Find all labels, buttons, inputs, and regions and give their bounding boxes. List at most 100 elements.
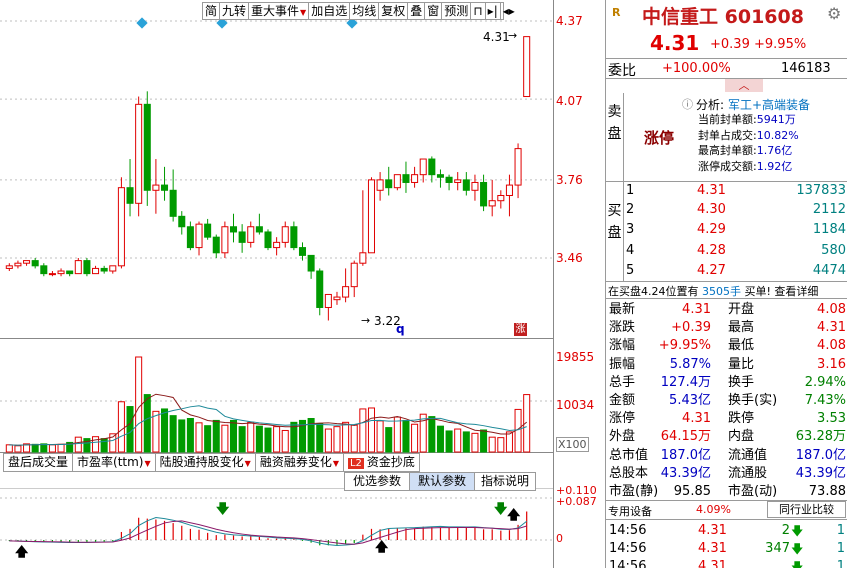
stat-value: 1.76亿 [756, 144, 793, 157]
volume-tick: 10034 [556, 398, 595, 412]
lock-icon[interactable]: ⊓ [471, 3, 486, 19]
stat-row: 当前封单额:5941万 [698, 112, 799, 128]
adjust-price-button[interactable]: 复权 [379, 3, 409, 19]
volume-bar [480, 429, 488, 453]
field-value: 5.43亿 [669, 393, 711, 408]
indicator-tab-bar: 盘后成交量 市盈率(ttm)▼ 陆股通持股变化▼ 融资融券变化▼ L2 资金抄底 [3, 453, 420, 472]
candle-body [497, 194, 505, 202]
bid-row[interactable]: 5 4.27 4474 [623, 262, 847, 279]
field-label: 涨幅 [609, 338, 636, 354]
bid-level: 1 [626, 183, 635, 198]
field-value: 4.08 [817, 302, 846, 317]
big-order-notice[interactable]: 在买盘4.24位置有 3505手 买单! 查看详细 [608, 283, 818, 299]
candlestick-series [5, 36, 531, 321]
volume-tick: 19855 [556, 350, 595, 364]
weibi-label: 委比 [608, 63, 636, 79]
field-value: 4.08 [817, 338, 846, 354]
candle-body [66, 270, 74, 275]
notice-text: 在买盘4.24位置有 [608, 285, 699, 298]
tab-indicator-help[interactable]: 指标说明 [475, 473, 535, 490]
tab-default-params[interactable]: 默认参数 [410, 473, 476, 490]
candle-body [255, 226, 263, 233]
quote-field-row: 总市值 187.0亿 流通值 187.0亿 [606, 447, 847, 465]
candle-body [290, 226, 298, 249]
volume-bar [14, 445, 22, 453]
overlay-button[interactable]: 叠 [408, 3, 426, 19]
industry-compare-button[interactable]: 同行业比较 [767, 501, 846, 518]
info-icon[interactable]: ⓘ [682, 96, 693, 112]
candle-body [480, 181, 488, 207]
moving-average-button[interactable]: 均线 [350, 3, 380, 19]
tick-price: 4.31 [698, 541, 727, 556]
candle-body [169, 189, 177, 217]
jiuzhuan-button[interactable]: 九转 [220, 3, 250, 19]
play-end-icon[interactable]: ▸| [486, 3, 501, 19]
dropdown-arrow-icon: ▼ [332, 459, 339, 468]
field-value: 95.85 [673, 484, 711, 499]
industry-name[interactable]: 专用设备 [608, 503, 652, 519]
field-label: 最低 [728, 338, 755, 354]
volume-bar [367, 407, 375, 453]
tab-fund-bottom[interactable]: L2 资金抄底 [344, 454, 419, 471]
tab-fund-bottom-label: 资金抄底 [366, 455, 415, 469]
candle-body [229, 226, 238, 233]
field-label: 跌停 [728, 411, 755, 427]
field-label: 量比 [728, 356, 755, 372]
candle-body [454, 179, 462, 183]
sell-signal-icon: 🡇 [216, 502, 230, 517]
field-value: 187.0亿 [660, 447, 711, 463]
volume-bar [238, 426, 246, 453]
volume-bar [100, 438, 108, 453]
tab-after-hours-volume[interactable]: 盘后成交量 [4, 454, 74, 471]
major-events-button[interactable]: 重大事件▼ [249, 3, 310, 19]
candle-body [152, 184, 160, 191]
stat-key: 封单占成交: [698, 128, 757, 142]
volume-bar [195, 422, 203, 453]
volume-bar [350, 424, 358, 453]
panel-toggle-icon[interactable]: ◂▸ [501, 3, 517, 19]
tab-northbound-holdings[interactable]: 陆股通持股变化▼ [156, 454, 256, 471]
candle-body [462, 179, 470, 191]
bid-row[interactable]: 3 4.29 1184 [623, 221, 847, 238]
expand-chevron-icon[interactable]: ︿ [725, 79, 763, 92]
analysis-value[interactable]: 军工+高端装备 [728, 96, 810, 113]
tab-margin-trading[interactable]: 融资融券变化▼ [256, 454, 344, 471]
tick-time: 14:56 [609, 523, 647, 538]
forecast-button[interactable]: 预测 [442, 3, 472, 19]
window-button[interactable]: 窗 [425, 3, 443, 19]
bid-row[interactable]: 2 4.30 2112 [623, 201, 847, 218]
add-watchlist-button[interactable]: 加自选 [309, 3, 351, 19]
volume-bar [376, 420, 384, 453]
candle-body [350, 262, 358, 288]
volume-bar [281, 429, 289, 453]
volume-bar [126, 406, 134, 453]
sell-signal-icon: 🡇 [494, 502, 508, 517]
volume-bar [264, 427, 272, 453]
stat-key: 最高封单额: [698, 144, 757, 157]
industry-change: 4.09% [696, 503, 731, 516]
volume-bar [385, 427, 393, 453]
tab-optimal-params[interactable]: 优选参数 [345, 473, 411, 490]
candle-body [135, 103, 143, 204]
dropdown-arrow-icon: ▼ [244, 459, 251, 468]
bid-row[interactable]: 1 4.31 137833 [623, 182, 847, 199]
settings-gear-icon[interactable]: ⚙ [827, 4, 841, 23]
chart-toolbar: 简 九转 重大事件▼ 加自选 均线 复权 叠 窗 预测 ⊓ ▸| ◂▸ [202, 2, 515, 20]
tab-pe-ttm[interactable]: 市盈率(ttm)▼ [73, 454, 156, 471]
bid-row[interactable]: 4 4.28 580 [623, 242, 847, 259]
volume-bar [316, 423, 324, 453]
candle-body [23, 260, 31, 264]
simple-button[interactable]: 简 [203, 3, 221, 19]
limit-up-status: 涨停 [644, 129, 675, 147]
quote-field-row: 金额 5.43亿 换手(实) 7.43% [606, 392, 847, 410]
buy-signal-icon: 🡅 [507, 508, 521, 523]
macd-series [8, 511, 528, 546]
tab-pe-ttm-label: 市盈率(ttm) [77, 455, 144, 469]
candle-body [186, 226, 194, 249]
volume-bar [135, 356, 143, 453]
volume-bar [255, 425, 263, 453]
candle-body [83, 260, 91, 275]
bid-qty: 580 [821, 243, 846, 258]
field-label: 最高 [728, 320, 755, 336]
volume-bar [229, 419, 238, 453]
